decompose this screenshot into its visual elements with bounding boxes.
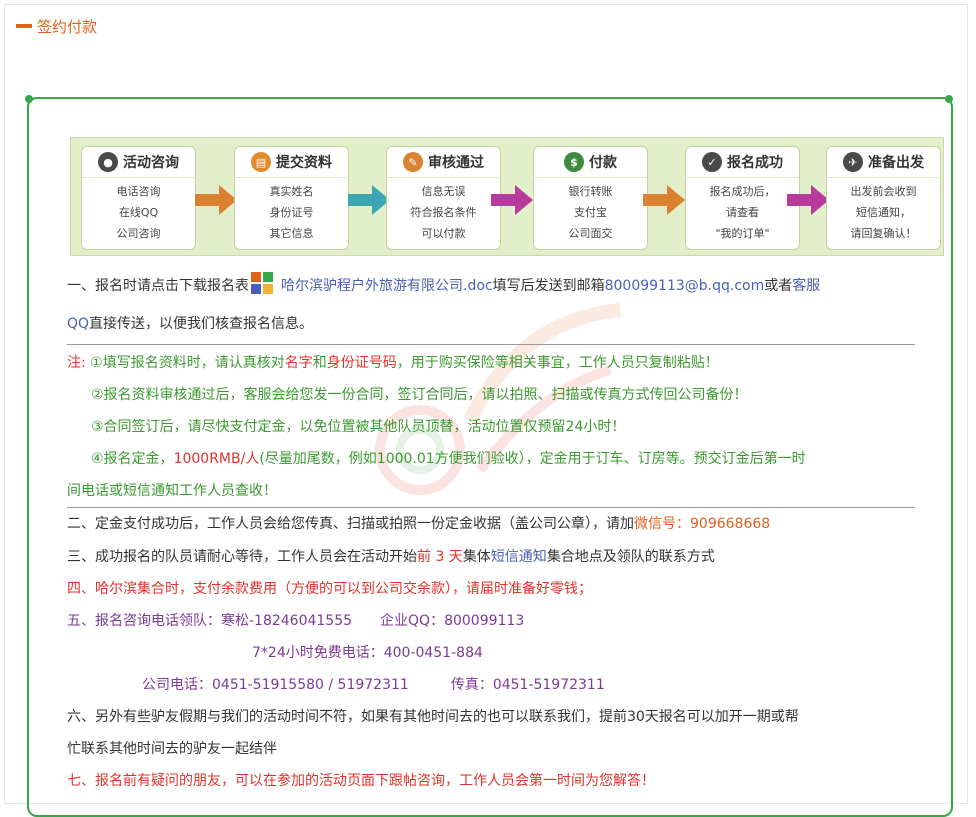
corner-dot-icon <box>945 95 953 103</box>
step-line: 信息无误 <box>421 185 466 198</box>
item-6-line-1: 六、另外有些驴友假期与我们的活动时间不符，如果有其他时间去的也可以联系我们，提前… <box>67 709 799 725</box>
step-line: 公司面交 <box>568 227 613 240</box>
note-2: ②报名资料审核通过后，客服会给您发一份合同，签订合同后，请以拍照、扫描或传真方式… <box>91 387 748 403</box>
step-line: "我的订单" <box>715 227 770 240</box>
step-line: 报名成功后， <box>709 185 776 198</box>
item-3-c: 集合地点及领队的联系方式 <box>546 549 715 565</box>
note-3: ③合同签订后，请尽快支付定金，以免位置被其他队员顶替，活动位置仅预留24小时！ <box>91 419 626 435</box>
download-form-link[interactable]: 哈尔滨驴程户外旅游有限公司.doc <box>281 278 493 294</box>
step-line: 在线QQ <box>118 206 159 219</box>
item-2: 二、定金支付成功后，工作人员会给您传真、扫描或拍照一份定金收据（盖公司公章），请… <box>67 514 770 534</box>
step-title: 活动咨询 <box>123 155 179 171</box>
note-1-and: 和 <box>312 355 327 371</box>
item-1-or: 或者 <box>764 278 793 294</box>
item-6-line-2: 忙联系其他时间去的驴友一起结伴 <box>67 741 277 757</box>
step-title: 准备出发 <box>868 155 924 171</box>
corner-dot-icon <box>25 95 33 103</box>
flow-step-success: ✓ 报名成功 报名成功后， 请查看 "我的订单" <box>685 146 800 250</box>
item-3-a: 三、成功报名的队员请耐心等待，工作人员会在活动开始 <box>67 549 417 565</box>
step-title: 付款 <box>589 155 617 171</box>
item-3-b: 集体 <box>462 549 491 565</box>
edit-icon: ✎ <box>403 152 423 172</box>
header-bar-icon <box>16 24 32 28</box>
step-line: 其它信息 <box>269 227 314 240</box>
item-1-suffix: 直接传送，以便我们核查报名信息。 <box>89 316 314 332</box>
item-3: 三、成功报名的队员请耐心等待，工作人员会在活动开始前 3 天集体短信通知集合地点… <box>67 547 715 567</box>
step-line: 银行转账 <box>568 185 613 198</box>
step-line: 支付宝 <box>574 206 607 219</box>
step-title: 审核通过 <box>428 155 484 171</box>
note-label: 注: <box>67 355 86 371</box>
step-line: 电话咨询 <box>116 185 161 198</box>
item-2-text: 二、定金支付成功后，工作人员会给您传真、扫描或拍照一份定金收据（盖公司公章），请… <box>67 516 634 532</box>
step-line: 请查看 <box>726 206 759 219</box>
item-5-line-3: 公司电话：0451-51915580 / 51972311 传真：0451-51… <box>142 677 605 693</box>
person-icon: ● <box>98 152 118 172</box>
note-4-b: (尽量加尾数，例如1000.01方便我们验收），定金用于订车、订房等。预交订金后… <box>259 451 806 467</box>
item-7: 七、报名前有疑问的朋友，可以在参加的活动页面下跟帖咨询，工作人员会第一时间为您解… <box>67 773 655 789</box>
flow-step-payment: $ 付款 银行转账 支付宝 公司面交 <box>533 146 648 250</box>
step-line: 请回复确认！ <box>850 227 917 240</box>
registration-flow-chart: ● 活动咨询 电话咨询 在线QQ 公司咨询 ▤ 提交资料 真实姓名 身份证号 其它信… <box>70 137 944 256</box>
section-header: 签约付款 <box>16 15 97 37</box>
step-line: 符合报名条件 <box>410 206 477 219</box>
arrow-right-icon <box>643 185 685 215</box>
divider <box>67 344 915 345</box>
document-icon: ▤ <box>251 152 271 172</box>
item-3-days: 前 3 天 <box>417 549 463 565</box>
flow-step-review: ✎ 审核通过 信息无误 符合报名条件 可以付款 <box>386 146 501 250</box>
word-doc-icon <box>251 272 275 296</box>
note-1-a: ①填写报名资料时，请认真核对 <box>90 355 285 371</box>
step-line: 公司咨询 <box>116 227 161 240</box>
step-title: 报名成功 <box>727 155 783 171</box>
step-line: 短信通知， <box>856 206 911 219</box>
section-title: 签约付款 <box>37 17 98 36</box>
step-line: 可以付款 <box>421 227 466 240</box>
check-icon: ✓ <box>702 152 722 172</box>
email-link[interactable]: 800099113@b.qq.com <box>605 278 765 294</box>
note-4-cont: 间电话或短信通知工作人员查收！ <box>67 483 277 499</box>
arrow-right-icon <box>195 185 237 215</box>
item-4: 四、哈尔滨集合时，支付余款费用（方便的可以到公司交余款），请届时准备好零钱； <box>67 581 592 597</box>
note-1-id: 身份证号码 <box>326 355 397 371</box>
qq-link[interactable]: QQ <box>67 316 89 332</box>
step-line: 真实姓名 <box>269 185 314 198</box>
note-4-a: ④报名定金， <box>91 451 174 467</box>
note-1-name: 名字 <box>284 355 313 371</box>
step-line: 出发前会收到 <box>850 185 917 198</box>
item-1-line-1: 一、报名时请点击下载报名表 哈尔滨驴程户外旅游有限公司.doc填写后发送到邮箱80… <box>67 272 820 296</box>
item-1-prefix: 一、报名时请点击下载报名表 <box>67 278 249 294</box>
item-5-line-1: 五、报名咨询电话领队：寒松-18246041555 企业QQ：800099113 <box>67 613 525 629</box>
divider <box>67 507 915 508</box>
flow-step-depart: ✈ 准备出发 出发前会收到 短信通知， 请回复确认！ <box>826 146 941 250</box>
item-1-line-2: QQ直接传送，以便我们核查报名信息。 <box>67 314 313 334</box>
note-4-amount: 1000RMB/人 <box>173 451 260 467</box>
arrow-right-icon <box>787 185 829 215</box>
wechat-id: 微信号：909668668 <box>634 516 771 532</box>
cash-icon: $ <box>564 152 584 172</box>
step-line: 身份证号 <box>269 206 314 219</box>
step-title: 提交资料 <box>276 155 332 171</box>
item-5-line-2: 7*24小时免费电话：400-0451-884 <box>252 645 483 661</box>
flow-step-consult: ● 活动咨询 电话咨询 在线QQ 公司咨询 <box>81 146 196 250</box>
plane-icon: ✈ <box>843 152 863 172</box>
kefu-link[interactable]: 客服 <box>792 278 820 294</box>
item-1-mid: 填写后发送到邮箱 <box>492 278 605 294</box>
arrow-right-icon <box>491 185 533 215</box>
note-1: 注: ①填写报名资料时，请认真核对名字和身份证号码，用于购买保险等相关事宜，工作… <box>67 353 719 373</box>
note-1-b: ，用于购买保险等相关事宜，工作人员只复制粘贴！ <box>396 355 719 371</box>
item-3-sms: 短信通知 <box>490 549 547 565</box>
note-4: ④报名定金，1000RMB/人(尽量加尾数，例如1000.01方便我们验收），定… <box>91 449 806 469</box>
flow-step-submit: ▤ 提交资料 真实姓名 身份证号 其它信息 <box>234 146 349 250</box>
